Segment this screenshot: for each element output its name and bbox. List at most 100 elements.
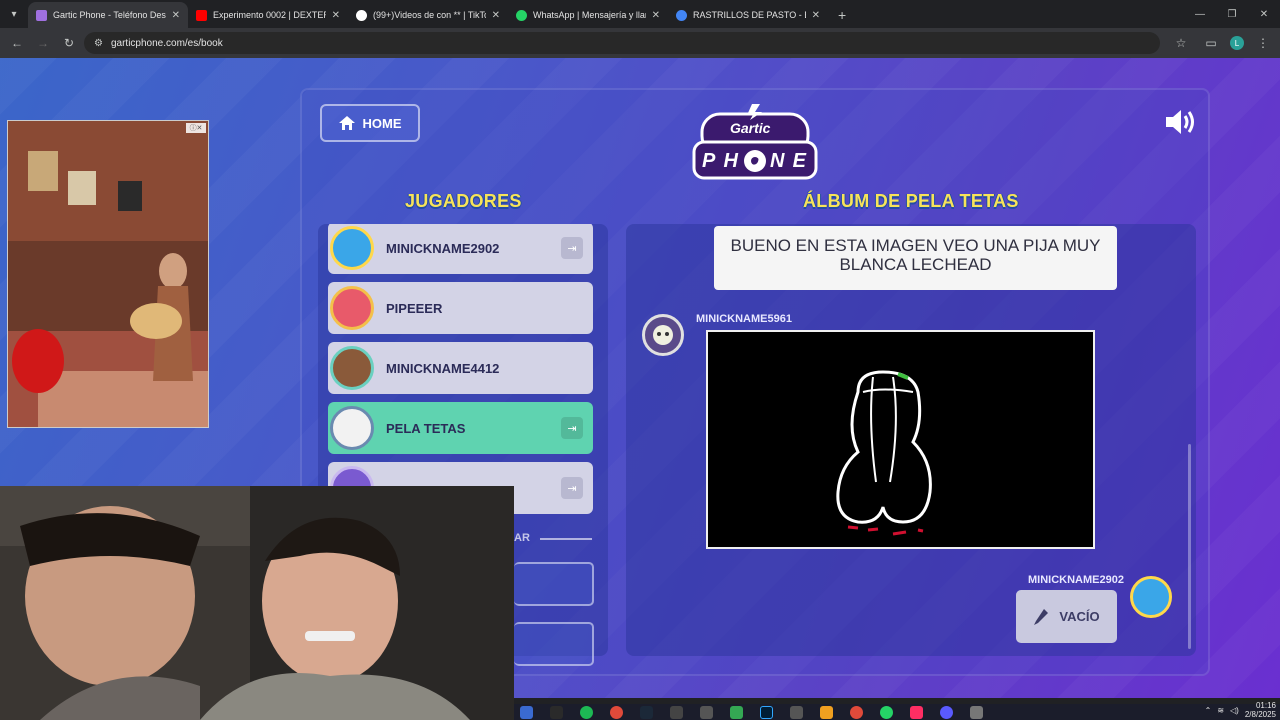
album-heading: ÁLBUM DE PELA TETAS [803,191,1019,211]
youtube-favicon-icon [196,9,207,21]
close-tab-icon[interactable]: ✕ [812,10,820,21]
drawing-image [836,370,932,536]
logo-bottom-text: PHONE [702,150,808,172]
players-heading: JUGADORES [405,191,522,211]
reload-icon[interactable]: ↻ [58,32,80,54]
sound-icon[interactable] [1164,108,1198,136]
spotify-icon[interactable] [580,705,593,719]
taskbar [514,704,1280,720]
photoshop-icon[interactable] [760,705,773,719]
responder-name: MINICKNAME2902 [1028,574,1124,586]
pencil-icon [1034,608,1049,625]
tab-google[interactable]: RASTRILLOS DE PASTO - Buscar ✕ [668,2,828,28]
player-avatar [330,406,374,450]
webcam-image [0,486,514,720]
player-name: PIPEEER [386,300,443,316]
tab-title: WhatsApp | Mensajería y llama [533,10,646,20]
kick-icon[interactable]: ⇥ [561,237,583,259]
app-icon[interactable] [790,705,803,719]
tab-title: Experimento 0002 | DEXTER | - [213,10,326,20]
close-tab-icon[interactable]: ✕ [652,10,660,21]
player-item[interactable]: MINICKNAME2902 ⇥ [328,224,593,274]
chrome-icon[interactable] [850,705,863,719]
chrome-icon[interactable] [610,705,623,719]
app-icon[interactable] [670,705,683,719]
partial-button[interactable] [514,622,594,666]
tab-search-icon[interactable]: ▾ [0,0,28,28]
video-advertisement[interactable]: ⓘ✕ [7,120,209,428]
tab-title: Gartic Phone - Teléfono Descon [53,10,166,20]
partial-section-label: AR [514,532,530,544]
volume-icon[interactable]: ◁) [1230,706,1239,715]
profile-avatar[interactable]: L [1230,36,1244,50]
webcam-overlay [0,486,514,720]
site-info-icon[interactable]: ⚙ [94,38,103,49]
browser-toolbar: ← → ↻ ⚙ garticphone.com/es/book ☆ ▭ L ⋮ [0,28,1280,58]
clock[interactable]: 01:16 2/8/2025 [1245,701,1276,719]
close-window-icon[interactable]: ✕ [1248,0,1280,28]
tab-gartic[interactable]: Gartic Phone - Teléfono Descon ✕ [28,2,188,28]
tab-title: RASTRILLOS DE PASTO - Buscar [693,10,806,20]
home-label: HOME [362,115,402,131]
url-text: garticphone.com/es/book [110,37,223,49]
clock-date: 2/8/2025 [1244,710,1276,719]
whatsapp-favicon-icon [516,9,527,21]
app-icon[interactable] [700,705,713,719]
clock-time: 01:16 [1255,701,1276,710]
tiktok-icon[interactable] [910,705,923,719]
address-bar[interactable]: ⚙ garticphone.com/es/book [84,32,1160,54]
tab-tiktok[interactable]: (99+)Videos de con ** | TikTok ✕ [348,2,508,28]
player-item[interactable]: PIPEEER [328,282,593,334]
kick-icon[interactable]: ⇥ [561,417,583,439]
close-tab-icon[interactable]: ✕ [172,10,180,21]
tab-whatsapp[interactable]: WhatsApp | Mensajería y llama ✕ [508,2,668,28]
player-item-active[interactable]: PELA TETAS ⇥ [328,402,593,454]
browser-tab-bar: ▾ Gartic Phone - Teléfono Descon ✕ Exper… [0,0,1280,28]
player-name: MINICKNAME2902 [386,240,500,256]
player-avatar [330,226,374,270]
ad-choices-icon[interactable]: ⓘ✕ [186,123,206,133]
bookmark-star-icon[interactable]: ☆ [1170,32,1192,54]
drive-icon[interactable] [730,705,743,719]
gartic-favicon-icon [36,9,47,21]
tray-chevron-icon[interactable]: ⌃ [1205,706,1212,715]
drawing-canvas [706,330,1095,549]
side-panel-icon[interactable]: ▭ [1200,32,1222,54]
wifi-icon[interactable]: ≋ [1217,706,1224,715]
empty-response-button[interactable]: VACÍO [1016,590,1117,643]
album-panel: BUENO EN ESTA IMAGEN VEO UNA PIJA MUY BL… [626,224,1196,656]
app-icon[interactable] [820,705,833,719]
app-icon[interactable] [520,705,533,719]
player-item[interactable]: MINICKNAME4412 [328,342,593,394]
tiktok-favicon-icon [356,9,367,21]
tab-title: (99+)Videos de con ** | TikTok [373,10,486,20]
partial-button[interactable] [514,562,594,606]
app-icon[interactable] [550,705,563,719]
gartic-phone-logo: Gartic PHONE [692,104,818,180]
empty-label: VACÍO [1059,609,1100,624]
minimize-icon[interactable]: — [1184,0,1216,28]
menu-icon[interactable]: ⋮ [1252,32,1274,54]
responder-avatar [1130,576,1172,618]
divider [540,538,592,540]
close-tab-icon[interactable]: ✕ [492,10,500,21]
window-controls: — ❐ ✕ [1184,0,1280,28]
home-button[interactable]: HOME [320,104,420,142]
player-name: MINICKNAME4412 [386,360,500,376]
google-favicon-icon [676,9,687,21]
system-tray: ⌃ ≋ ◁) 01:16 2/8/2025 [1205,700,1276,720]
album-scrollbar[interactable] [1188,444,1191,649]
forward-icon[interactable]: → [32,32,54,54]
whatsapp-icon[interactable] [880,705,893,719]
back-icon[interactable]: ← [6,32,28,54]
maximize-icon[interactable]: ❐ [1216,0,1248,28]
steam-icon[interactable] [640,705,653,719]
player-avatar [330,346,374,390]
drawer-avatar [642,314,684,356]
kick-icon[interactable]: ⇥ [561,477,583,499]
settings-icon[interactable] [970,705,983,719]
new-tab-button[interactable]: + [828,2,856,28]
tab-youtube[interactable]: Experimento 0002 | DEXTER | - ✕ [188,2,348,28]
app-icon[interactable] [940,705,953,719]
close-tab-icon[interactable]: ✕ [332,10,340,21]
